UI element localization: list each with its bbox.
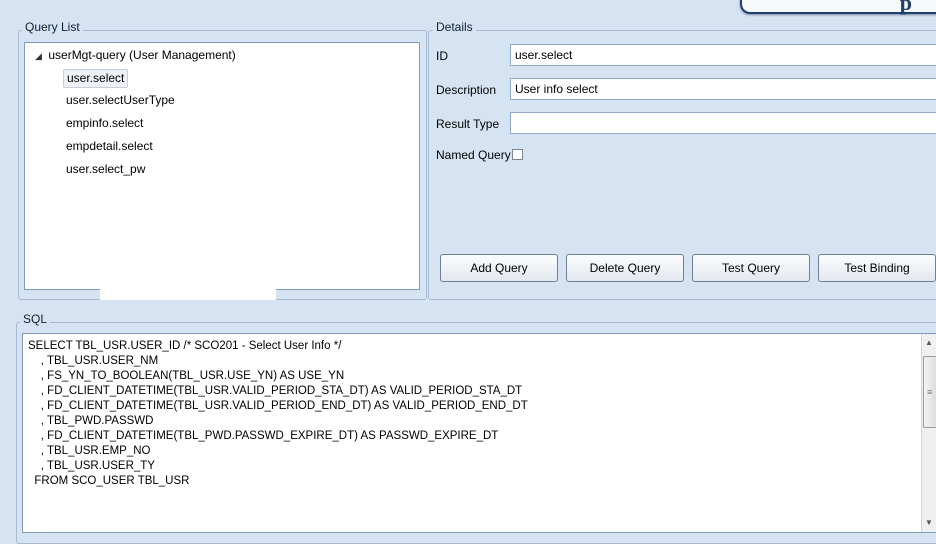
tree-gap: [100, 288, 276, 300]
sql-title: SQL: [20, 312, 51, 326]
sql-line: SELECT TBL_USR.USER_ID /* SCO201 - Selec…: [28, 340, 342, 352]
sql-line: , FD_CLIENT_DATETIME(TBL_USR.VALID_PERIO…: [28, 400, 528, 412]
tree-item-user-select-pw[interactable]: user.select_pw: [63, 160, 148, 179]
grip-icon: ≡: [927, 387, 933, 397]
query-tree[interactable]: ◢ userMgt-query (User Management) user.s…: [24, 42, 420, 290]
arrow-up-icon[interactable]: ▲: [925, 338, 933, 347]
test-binding-button[interactable]: Test Binding: [818, 254, 936, 282]
query-list-title: Query List: [22, 20, 83, 34]
delete-query-button[interactable]: Delete Query: [566, 254, 684, 282]
sql-scrollbar[interactable]: ▲ ≡ ▼: [921, 334, 936, 532]
details-title: Details: [433, 20, 476, 34]
description-label: Description: [436, 83, 497, 97]
result-type-label: Result Type: [436, 117, 500, 131]
tree-item-empdetail-select[interactable]: empdetail.select: [63, 137, 156, 156]
id-label: ID: [436, 49, 448, 63]
sql-line: , FD_CLIENT_DATETIME(TBL_PWD.PASSWD_EXPI…: [28, 430, 499, 442]
tree-root-label: userMgt-query (User Management): [48, 48, 236, 62]
named-query-checkbox[interactable]: [512, 149, 523, 160]
description-field[interactable]: User info select: [510, 78, 936, 100]
sql-editor[interactable]: SELECT TBL_USR.USER_ID /* SCO201 - Selec…: [22, 333, 936, 533]
tree-item-user-select[interactable]: user.select: [63, 69, 129, 88]
sql-line: FROM SCO_USER TBL_USR: [28, 475, 190, 487]
tree-item-empinfo-select[interactable]: empinfo.select: [63, 114, 146, 133]
tree-item-user-selectusertype[interactable]: user.selectUserType: [63, 91, 178, 110]
arrow-down-icon[interactable]: ▼: [925, 518, 933, 527]
brand-logo: p: [740, 0, 936, 15]
sql-line: , TBL_USR.EMP_NO: [28, 445, 151, 457]
sql-line: , TBL_USR.USER_TY: [28, 460, 155, 472]
test-query-button[interactable]: Test Query: [692, 254, 810, 282]
sql-line: , TBL_USR.USER_NM: [28, 355, 159, 367]
result-type-field[interactable]: [510, 112, 936, 134]
scroll-thumb[interactable]: ≡: [923, 356, 936, 428]
sql-line: , FD_CLIENT_DATETIME(TBL_USR.VALID_PERIO…: [28, 385, 523, 397]
named-query-label: Named Query: [436, 148, 511, 162]
sql-line: , FS_YN_TO_BOOLEAN(TBL_USR.USE_YN) AS US…: [28, 370, 345, 382]
logo-glyph: p: [899, 0, 912, 15]
triangle-down-icon[interactable]: ◢: [35, 51, 45, 62]
tree-root-node[interactable]: ◢ userMgt-query (User Management): [35, 48, 236, 62]
id-field[interactable]: user.select: [510, 44, 936, 66]
sql-line: , TBL_PWD.PASSWD: [28, 415, 154, 427]
add-query-button[interactable]: Add Query: [440, 254, 558, 282]
